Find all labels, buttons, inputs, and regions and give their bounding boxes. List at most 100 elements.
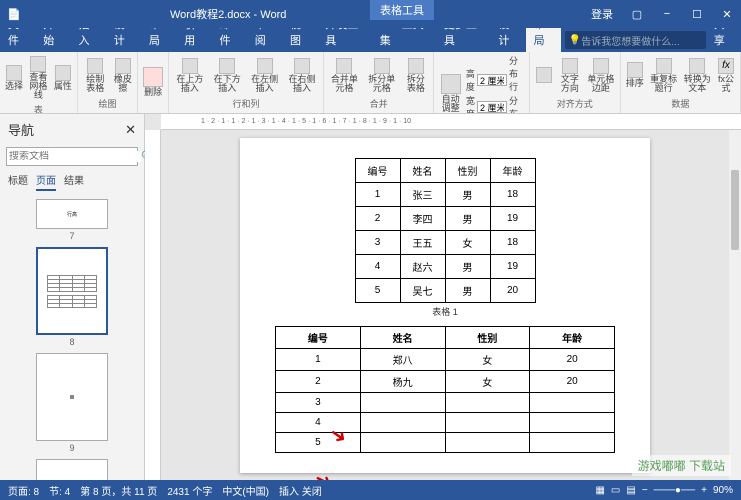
nav-search-box[interactable]: 🔍 ▼ (6, 147, 138, 166)
table-cell[interactable]: 18 (490, 183, 535, 207)
thumb-item[interactable]: 10 (4, 459, 140, 480)
table-cell[interactable]: 20 (530, 371, 615, 393)
eraser-button[interactable]: 橡皮擦 (112, 56, 135, 95)
maximize-icon[interactable]: ☐ (683, 0, 711, 28)
merge-cells-button[interactable]: 合并单元格 (327, 56, 362, 95)
draw-table-button[interactable]: 绘制表格 (81, 56, 110, 95)
nav-tab-pages[interactable]: 页面 (36, 172, 56, 191)
align-grid[interactable] (533, 65, 555, 85)
table-row[interactable]: 2李四男19 (355, 207, 535, 231)
minimize-icon[interactable]: − (653, 0, 681, 28)
formula-button[interactable]: fxfx公式 (715, 56, 737, 95)
table-cell[interactable] (445, 413, 530, 433)
status-words[interactable]: 2431 个字 (167, 483, 212, 498)
view-read-icon[interactable]: ▭ (611, 485, 620, 496)
width-input[interactable] (477, 101, 507, 113)
text-direction-button[interactable]: 文字方向 (557, 56, 583, 95)
thumb-item[interactable]: 行高 7 (4, 199, 140, 241)
status-language[interactable]: 中文(中国) (222, 483, 269, 498)
table-row[interactable]: 4赵六男19 (355, 255, 535, 279)
table-1[interactable]: 编号 姓名 性别 年龄 1张三男182李四男193王五女184赵六男195吴七男… (355, 158, 536, 303)
table-row[interactable]: 1张三男18 (355, 183, 535, 207)
table-cell[interactable]: 5 (355, 279, 400, 303)
col-header[interactable]: 性别 (445, 327, 530, 349)
table-cell[interactable]: 男 (445, 207, 490, 231)
page-thumbnails[interactable]: 行高 7 8 9 10 (0, 195, 144, 480)
nav-tab-results[interactable]: 结果 (64, 172, 84, 191)
insert-above-button[interactable]: 在上方插入 (172, 56, 207, 95)
ribbon-display-icon[interactable]: ▢ (623, 0, 651, 28)
table-cell[interactable]: 男 (445, 183, 490, 207)
close-icon[interactable]: ✕ (713, 0, 741, 28)
table-cell[interactable] (360, 413, 445, 433)
zoom-level[interactable]: 90% (713, 485, 733, 496)
thumb-item[interactable]: 9 (4, 353, 140, 453)
table-cell[interactable]: 赵六 (400, 255, 445, 279)
vertical-ruler[interactable] (145, 130, 161, 480)
table-cell[interactable]: 杨九 (360, 371, 445, 393)
height-input[interactable] (477, 74, 507, 86)
status-insert[interactable]: 插入 关闭 (279, 483, 322, 498)
table-cell[interactable]: 1 (276, 349, 361, 371)
sort-button[interactable]: 排序 (624, 60, 646, 90)
table-cell[interactable]: 4 (355, 255, 400, 279)
insert-below-button[interactable]: 在下方插入 (210, 56, 245, 95)
table-row[interactable]: 2杨九女20 (276, 371, 615, 393)
table-row[interactable]: 3 (276, 393, 615, 413)
properties-button[interactable]: 属性 (52, 63, 74, 93)
table-cell[interactable]: 女 (445, 371, 530, 393)
zoom-in-icon[interactable]: + (701, 485, 707, 496)
table-cell[interactable] (360, 433, 445, 453)
col-header[interactable]: 年龄 (530, 327, 615, 349)
table-cell[interactable]: 男 (445, 279, 490, 303)
table-cell[interactable]: 郑八 (360, 349, 445, 371)
insert-left-button[interactable]: 在左侧插入 (247, 56, 282, 95)
col-header[interactable]: 编号 (276, 327, 361, 349)
zoom-slider[interactable]: ───●── (654, 485, 695, 496)
table-cell[interactable]: 王五 (400, 231, 445, 255)
status-page[interactable]: 页面: 8 (8, 483, 39, 498)
col-header[interactable]: 姓名 (400, 159, 445, 183)
col-header[interactable]: 编号 (355, 159, 400, 183)
table-cell[interactable] (530, 393, 615, 413)
table-cell[interactable] (360, 393, 445, 413)
table-cell[interactable]: 4 (276, 413, 361, 433)
table-caption[interactable]: 表格 1 (270, 305, 620, 318)
split-table-button[interactable]: 拆分表格 (401, 56, 430, 95)
col-header[interactable]: 姓名 (360, 327, 445, 349)
status-section[interactable]: 节: 4 (49, 483, 70, 498)
table-cell[interactable] (445, 433, 530, 453)
view-web-icon[interactable]: ▤ (626, 485, 635, 496)
col-header[interactable]: 性别 (445, 159, 490, 183)
insert-right-button[interactable]: 在右侧插入 (284, 56, 319, 95)
table-row[interactable]: 5吴七男20 (355, 279, 535, 303)
table-cell[interactable]: 3 (355, 231, 400, 255)
select-button[interactable]: 选择 (3, 63, 25, 93)
col-header[interactable]: 年龄 (490, 159, 535, 183)
thumb-item[interactable]: 8 (4, 247, 140, 347)
cell-margins-button[interactable]: 单元格边距 (585, 56, 617, 95)
vertical-scrollbar[interactable] (729, 130, 741, 480)
table-row[interactable]: 5 (276, 433, 615, 453)
tell-me-search[interactable]: 💡 告诉我您想要做什么... (565, 31, 706, 49)
table-cell[interactable]: 2 (276, 371, 361, 393)
table-cell[interactable]: 张三 (400, 183, 445, 207)
table-cell[interactable]: 19 (490, 207, 535, 231)
table-cell[interactable] (530, 433, 615, 453)
table-cell[interactable]: 男 (445, 255, 490, 279)
table-cell[interactable]: 3 (276, 393, 361, 413)
document-scroll[interactable]: 编号 姓名 性别 年龄 1张三男182李四男193王五女184赵六男195吴七男… (161, 130, 729, 480)
table-cell[interactable] (445, 393, 530, 413)
horizontal-ruler[interactable]: 1 · 2 · 1 · 1 · 2 · 1 · 3 · 1 · 4 · 1 · … (161, 114, 741, 130)
scrollbar-thumb[interactable] (731, 170, 739, 250)
autofit-button[interactable]: 自动调整 (437, 72, 463, 114)
nav-search-input[interactable] (9, 151, 141, 162)
table-row[interactable]: 3王五女18 (355, 231, 535, 255)
distribute-rows-button[interactable]: 分布行 (509, 54, 526, 93)
login-link[interactable]: 登录 (583, 6, 621, 22)
table-cell[interactable]: 女 (445, 231, 490, 255)
nav-close-icon[interactable]: ✕ (125, 122, 136, 138)
nav-tab-headings[interactable]: 标题 (8, 172, 28, 191)
table-row[interactable]: 4 (276, 413, 615, 433)
view-print-icon[interactable]: ▦ (595, 485, 604, 496)
